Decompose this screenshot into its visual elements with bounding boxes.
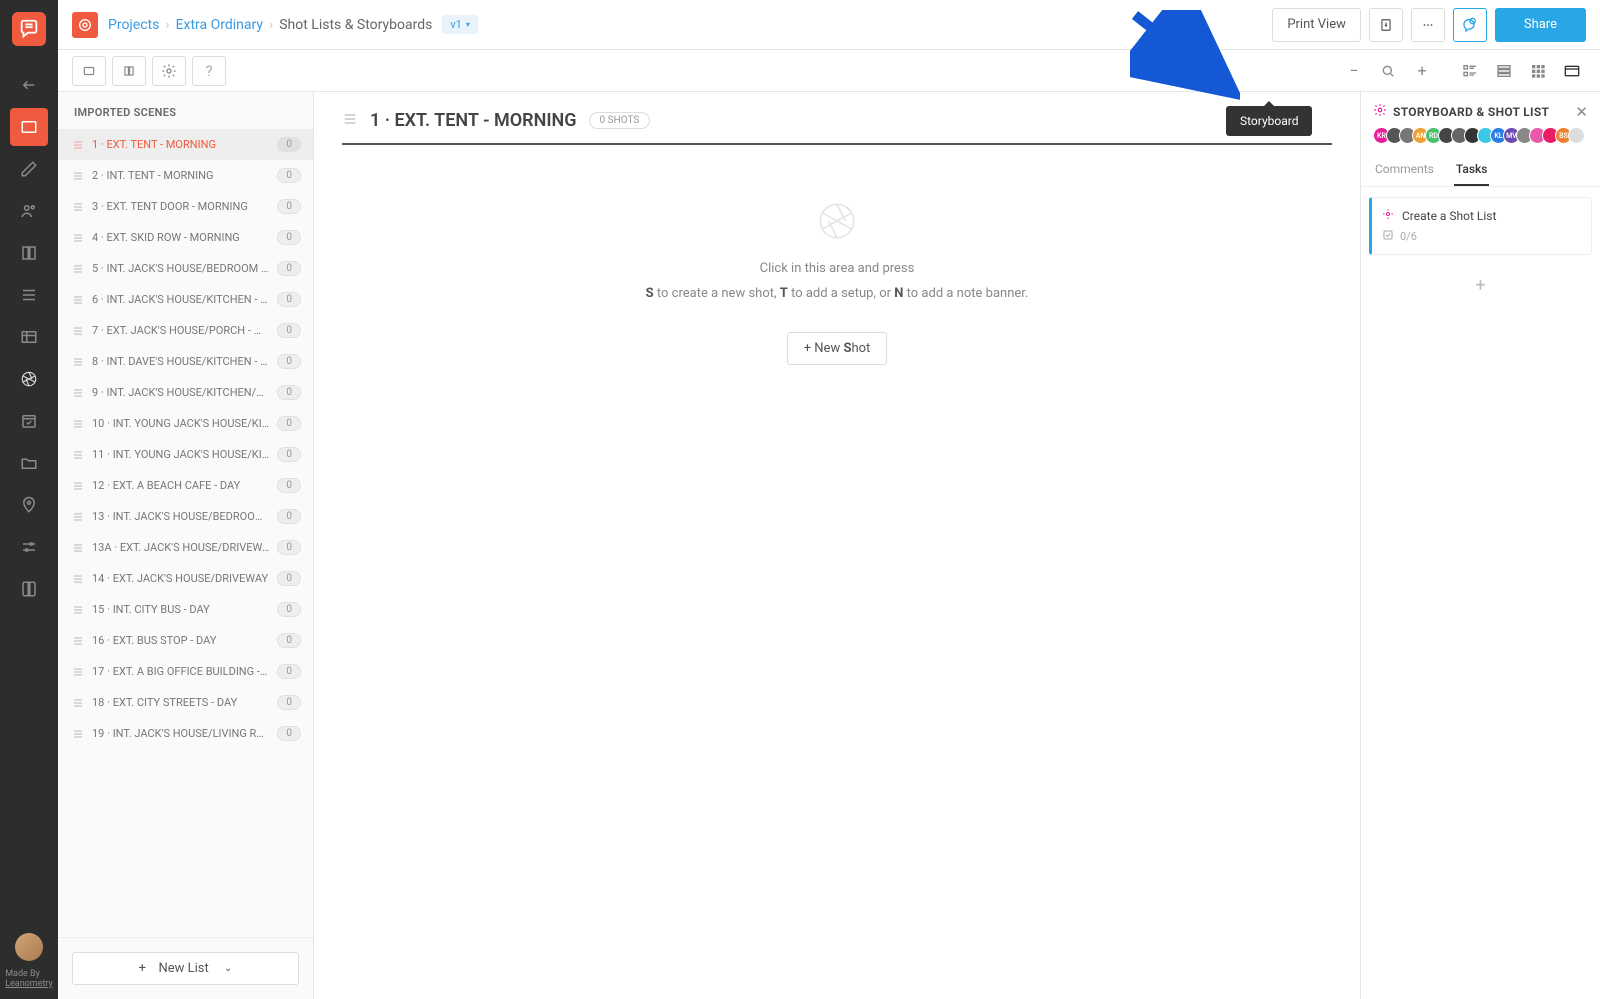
zoom-out-icon[interactable]: − (1340, 58, 1368, 84)
collaborator-avatars[interactable]: KRANRDKLMVBS (1361, 127, 1600, 154)
breadcrumb-page: Shot Lists & Storyboards (279, 17, 432, 33)
tab-comments[interactable]: Comments (1373, 154, 1436, 186)
scene-item[interactable]: 9 · INT. JACK'S HOUSE/KITCHEN/TA…0 (58, 377, 313, 408)
close-icon[interactable]: ✕ (1575, 103, 1588, 121)
view-list-icon[interactable] (1456, 58, 1484, 84)
tool-help-icon[interactable]: ? (192, 56, 226, 86)
scene-item[interactable]: 7 · EXT. JACK'S HOUSE/PORCH - M…0 (58, 315, 313, 346)
tool-columns-icon[interactable] (112, 56, 146, 86)
footer-made-by: Made ByLeanometry (5, 969, 53, 989)
user-avatar[interactable] (15, 933, 43, 961)
zoom-search-icon[interactable] (1374, 58, 1402, 84)
breadcrumb-project[interactable]: Extra Ordinary (176, 17, 263, 33)
rail-location-icon[interactable] (0, 484, 58, 526)
tool-frame-icon[interactable] (72, 56, 106, 86)
breadcrumb-projects[interactable]: Projects (108, 17, 159, 33)
scene-item[interactable]: 15 · INT. CITY BUS - DAY0 (58, 594, 313, 625)
scene-item[interactable]: 4 · EXT. SKID ROW - MORNING0 (58, 222, 313, 253)
rail-list-icon[interactable] (0, 274, 58, 316)
rail-edit-icon[interactable] (0, 148, 58, 190)
toolbar: ? − + (58, 50, 1600, 92)
scene-item[interactable]: 11 · INT. YOUNG JACK'S HOUSE/KI…0 (58, 439, 313, 470)
view-grid-icon[interactable] (1524, 58, 1552, 84)
project-icon[interactable] (72, 12, 98, 38)
shots-count-badge: 0 SHOTS (589, 112, 651, 129)
scene-item[interactable]: 13A · EXT. JACK'S HOUSE/DRIVEWA…0 (58, 532, 313, 563)
more-icon[interactable] (1411, 8, 1445, 42)
scene-item[interactable]: 10 · INT. YOUNG JACK'S HOUSE/KI…0 (58, 408, 313, 439)
side-panel: STORYBOARD & SHOT LIST ✕ KRANRDKLMVBS Co… (1360, 92, 1600, 999)
panel-gear-icon[interactable] (1373, 102, 1387, 121)
print-view-button[interactable]: Print View (1272, 8, 1361, 42)
export-icon[interactable] (1369, 8, 1403, 42)
rail-people-icon[interactable] (0, 190, 58, 232)
scenes-heading: IMPORTED SCENES (58, 92, 313, 129)
canvas[interactable]: 1 · EXT. TENT - MORNING 0 SHOTS Click in… (314, 92, 1360, 999)
tab-tasks[interactable]: Tasks (1454, 154, 1490, 186)
breadcrumb: Projects › Extra Ordinary › Shot Lists &… (108, 17, 432, 33)
scenes-panel: IMPORTED SCENES 1 · EXT. TENT - MORNING0… (58, 92, 314, 999)
scene-item[interactable]: 1 · EXT. TENT - MORNING0 (58, 129, 313, 160)
add-task-button[interactable]: + (1361, 265, 1600, 306)
scene-item[interactable]: 6 · INT. JACK'S HOUSE/KITCHEN - …0 (58, 284, 313, 315)
rail-folder-icon[interactable] (0, 442, 58, 484)
chevron-right-icon: › (165, 17, 169, 33)
share-button[interactable]: Share (1495, 8, 1586, 42)
scene-item[interactable]: 5 · INT. JACK'S HOUSE/BEDROOM -…0 (58, 253, 313, 284)
zoom-in-icon[interactable]: + (1408, 58, 1436, 84)
scene-item[interactable]: 18 · EXT. CITY STREETS - DAY0 (58, 687, 313, 718)
left-rail: Made ByLeanometry (0, 0, 58, 999)
panel-title: STORYBOARD & SHOT LIST (1393, 105, 1569, 119)
scene-title: 1 · EXT. TENT - MORNING (370, 110, 577, 131)
task-progress: 0/6 (1400, 230, 1417, 243)
collaborator-avatar[interactable] (1568, 127, 1585, 144)
scenes-list: 1 · EXT. TENT - MORNING02 · INT. TENT - … (58, 129, 313, 937)
scene-item[interactable]: 2 · INT. TENT - MORNING0 (58, 160, 313, 191)
scene-item[interactable]: 14 · EXT. JACK'S HOUSE/DRIVEWAY0 (58, 563, 313, 594)
topbar: Projects › Extra Ordinary › Shot Lists &… (58, 0, 1600, 50)
scene-item[interactable]: 3 · EXT. TENT DOOR - MORNING0 (58, 191, 313, 222)
new-shot-button[interactable]: + New Shot (787, 332, 888, 365)
task-card[interactable]: Create a Shot List 0/6 (1369, 197, 1592, 255)
scene-item[interactable]: 8 · INT. DAVE'S HOUSE/KITCHEN - …0 (58, 346, 313, 377)
scene-item[interactable]: 17 · EXT. A BIG OFFICE BUILDING - …0 (58, 656, 313, 687)
storyboard-tooltip: Storyboard (1226, 106, 1312, 136)
scene-list-icon (342, 111, 358, 131)
view-rows-icon[interactable] (1490, 58, 1518, 84)
rail-sliders-icon[interactable] (0, 526, 58, 568)
task-title-text: Create a Shot List (1402, 209, 1496, 223)
rail-book-icon[interactable] (0, 568, 58, 610)
version-dropdown[interactable]: v1 ▾ (442, 15, 478, 34)
chevron-right-icon: › (269, 17, 273, 33)
rail-storyboard-icon[interactable] (10, 108, 48, 146)
new-list-button[interactable]: + New List ⌄ (72, 952, 299, 985)
view-storyboard-icon[interactable] (1558, 58, 1586, 84)
empty-state-text: Click in this area and press S to create… (646, 257, 1029, 306)
checkbox-icon (1382, 229, 1394, 244)
scene-item[interactable]: 16 · EXT. BUS STOP - DAY0 (58, 625, 313, 656)
scene-item[interactable]: 19 · INT. JACK'S HOUSE/LIVING RO…0 (58, 718, 313, 749)
rail-calendar-icon[interactable] (0, 400, 58, 442)
scene-item[interactable]: 12 · EXT. A BEACH CAFE - DAY0 (58, 470, 313, 501)
app-logo[interactable] (12, 12, 46, 46)
rail-back-icon[interactable] (0, 64, 58, 106)
comments-icon[interactable] (1453, 8, 1487, 42)
task-gear-icon (1382, 208, 1394, 223)
rail-aperture-icon[interactable] (0, 358, 58, 400)
rail-board-icon[interactable] (0, 232, 58, 274)
rail-table-icon[interactable] (0, 316, 58, 358)
scene-item[interactable]: 13 · INT. JACK'S HOUSE/BEDROOM…0 (58, 501, 313, 532)
aperture-icon (817, 201, 857, 241)
tool-gear-icon[interactable] (152, 56, 186, 86)
